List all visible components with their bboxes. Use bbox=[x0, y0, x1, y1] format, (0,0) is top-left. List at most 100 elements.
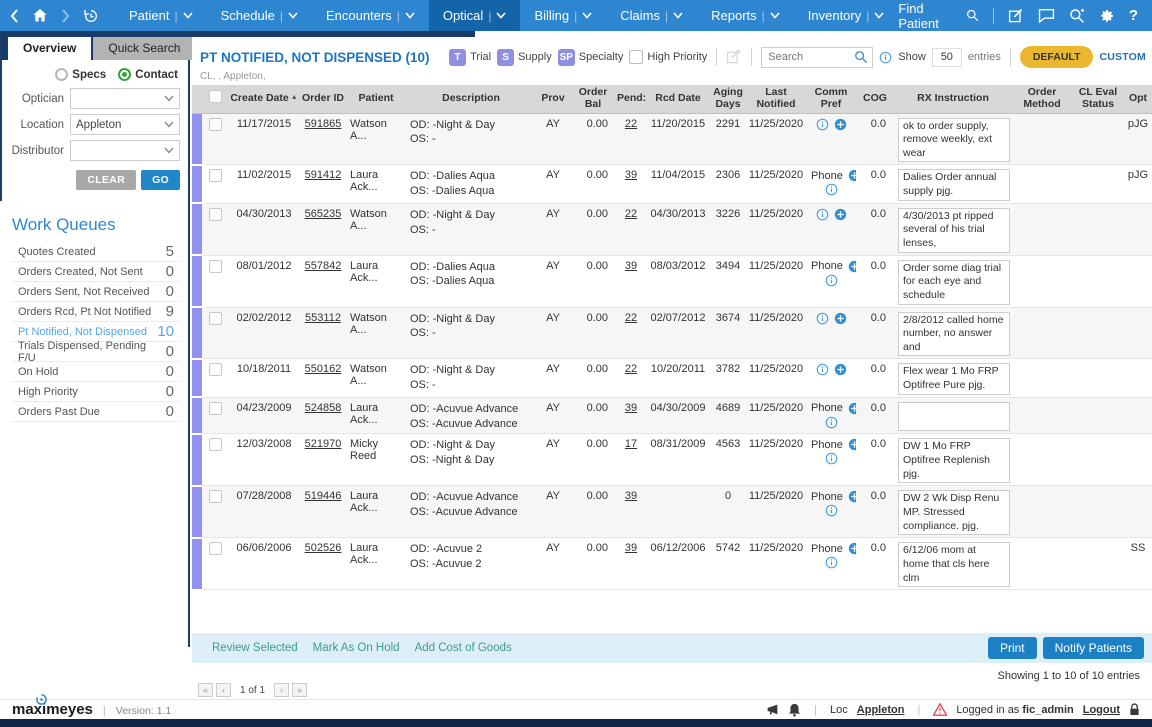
row-checkbox[interactable] bbox=[209, 312, 222, 325]
col-header-description[interactable]: Description bbox=[406, 85, 536, 113]
help-icon[interactable]: ? bbox=[1129, 7, 1138, 24]
work-queue-item[interactable]: Orders Past Due 0 bbox=[12, 402, 180, 422]
type-badge-s[interactable]: SSupply bbox=[497, 49, 552, 66]
action-link[interactable]: Review Selected bbox=[212, 642, 298, 654]
add-comm-icon[interactable] bbox=[834, 363, 847, 376]
work-queue-item[interactable]: Trials Dispensed, Pending F/U 0 bbox=[12, 342, 180, 362]
select-all-checkbox[interactable] bbox=[209, 90, 222, 103]
custom-view-button[interactable]: CUSTOM bbox=[1099, 51, 1146, 63]
announcement-icon[interactable] bbox=[766, 703, 779, 716]
last-page-button[interactable]: » bbox=[292, 683, 307, 697]
add-comm-icon[interactable] bbox=[834, 118, 847, 131]
row-checkbox[interactable] bbox=[209, 208, 222, 221]
work-queue-item[interactable]: Orders Rcd, Pt Not Notified 9 bbox=[12, 302, 180, 322]
tab-quick-search[interactable]: Quick Search bbox=[93, 37, 195, 60]
col-header-cog[interactable]: COG bbox=[856, 85, 894, 113]
row-checkbox[interactable] bbox=[209, 402, 222, 415]
col-header-pend[interactable]: Pend: bbox=[616, 85, 646, 113]
col-header-order_id[interactable]: Order ID bbox=[300, 85, 346, 113]
gear-icon[interactable] bbox=[1099, 8, 1115, 24]
col-header-order_method[interactable]: Order Method bbox=[1012, 85, 1072, 113]
radio-option[interactable]: Contact bbox=[118, 68, 178, 81]
pending-link[interactable]: 39 bbox=[625, 260, 637, 272]
bell-icon[interactable] bbox=[788, 703, 801, 717]
col-header-check[interactable] bbox=[202, 85, 228, 113]
comm-info-icon[interactable] bbox=[816, 118, 829, 131]
field-dropdown[interactable] bbox=[70, 88, 180, 109]
col-header-order_bal[interactable]: Order Bal bbox=[570, 85, 616, 113]
high-priority-checkbox[interactable] bbox=[629, 50, 643, 64]
col-header-cl_eval_status[interactable]: CL Eval Status bbox=[1072, 85, 1124, 113]
clear-button[interactable]: CLEAR bbox=[76, 170, 136, 190]
col-header-opt[interactable]: Opt bbox=[1124, 85, 1152, 113]
add-comm-icon[interactable] bbox=[848, 169, 856, 182]
logout-link[interactable]: Logout bbox=[1083, 704, 1120, 716]
order-id-link[interactable]: 591412 bbox=[305, 169, 342, 181]
work-queue-item[interactable]: Quotes Created 5 bbox=[12, 242, 180, 262]
row-checkbox[interactable] bbox=[209, 438, 222, 451]
row-checkbox[interactable] bbox=[209, 363, 222, 376]
pending-link[interactable]: 39 bbox=[625, 542, 637, 554]
forward-icon[interactable] bbox=[61, 9, 70, 23]
nav-item[interactable]: Billing | bbox=[520, 0, 606, 31]
order-id-link[interactable]: 550162 bbox=[305, 363, 342, 375]
rx-instruction-field[interactable]: Flex wear 1 Mo FRP Optifree Pure pjg. bbox=[898, 363, 1010, 394]
rx-instruction-field[interactable]: Order some diag trial for each eye and s… bbox=[898, 260, 1010, 305]
comm-info-icon[interactable] bbox=[816, 363, 829, 376]
nav-item[interactable]: Patient | bbox=[115, 0, 207, 31]
row-checkbox[interactable] bbox=[209, 260, 222, 273]
comm-info-icon[interactable] bbox=[825, 274, 838, 287]
add-comm-icon[interactable] bbox=[848, 542, 856, 555]
work-queue-item[interactable]: High Priority 0 bbox=[12, 382, 180, 402]
row-checkbox[interactable] bbox=[209, 118, 222, 131]
comm-info-icon[interactable] bbox=[825, 556, 838, 569]
page-size-input[interactable] bbox=[932, 48, 962, 67]
rx-instruction-field[interactable]: Dalies Order annual supply pjg. bbox=[898, 169, 1010, 200]
order-id-link[interactable]: 519446 bbox=[305, 490, 342, 502]
high-priority-filter[interactable]: High Priority bbox=[629, 50, 707, 64]
add-comm-icon[interactable] bbox=[848, 260, 856, 273]
field-dropdown[interactable]: Appleton bbox=[70, 114, 180, 135]
info-icon[interactable] bbox=[879, 51, 892, 64]
order-id-link[interactable]: 565235 bbox=[305, 208, 342, 220]
action-link[interactable]: Add Cost of Goods bbox=[415, 642, 512, 654]
nav-item[interactable]: Optical | bbox=[429, 0, 521, 31]
comm-info-icon[interactable] bbox=[816, 312, 829, 325]
row-checkbox[interactable] bbox=[209, 169, 222, 182]
pending-link[interactable]: 22 bbox=[625, 363, 637, 375]
rx-instruction-field[interactable]: ok to order supply, remove weekly, ext w… bbox=[898, 118, 1010, 163]
find-patient-button[interactable]: Find Patient bbox=[898, 1, 979, 31]
add-comm-icon[interactable] bbox=[848, 490, 856, 503]
type-badge-sp[interactable]: SPSpecialty bbox=[558, 49, 624, 66]
add-comm-icon[interactable] bbox=[834, 208, 847, 221]
order-id-link[interactable]: 553112 bbox=[305, 312, 341, 324]
comm-info-icon[interactable] bbox=[825, 416, 838, 429]
action-link[interactable]: Mark As On Hold bbox=[313, 642, 400, 654]
pending-link[interactable]: 22 bbox=[625, 208, 637, 220]
comm-info-icon[interactable] bbox=[825, 504, 838, 517]
nav-item[interactable]: Inventory | bbox=[794, 0, 899, 31]
rx-instruction-field[interactable]: DW 1 Mo FRP Optifree Replenish pjg. bbox=[898, 438, 1010, 483]
next-page-button[interactable]: › bbox=[274, 683, 289, 697]
nav-item[interactable]: Claims | bbox=[606, 0, 697, 31]
row-checkbox[interactable] bbox=[209, 490, 222, 503]
order-id-link[interactable]: 557842 bbox=[305, 260, 342, 272]
pending-link[interactable]: 17 bbox=[625, 438, 637, 450]
first-page-button[interactable]: « bbox=[198, 683, 213, 697]
work-queue-item[interactable]: Orders Sent, Not Received 0 bbox=[12, 282, 180, 302]
print-button[interactable]: Print bbox=[988, 637, 1037, 659]
order-id-link[interactable]: 521970 bbox=[305, 438, 342, 450]
nav-item[interactable]: Schedule | bbox=[207, 0, 312, 31]
add-comm-icon[interactable] bbox=[848, 402, 856, 415]
default-view-button[interactable]: DEFAULT bbox=[1020, 46, 1094, 68]
col-header-comm_pref[interactable]: Comm Pref bbox=[806, 85, 856, 113]
chat-icon[interactable] bbox=[1038, 8, 1055, 23]
nav-item[interactable]: Encounters | bbox=[312, 0, 429, 31]
radio-option[interactable]: Specs bbox=[55, 68, 106, 81]
comm-info-icon[interactable] bbox=[816, 208, 829, 221]
field-dropdown[interactable] bbox=[70, 140, 180, 161]
rx-instruction-field[interactable]: DW 2 Wk Disp Renu MP. Stressed complianc… bbox=[898, 490, 1010, 535]
comm-info-icon[interactable] bbox=[825, 452, 838, 465]
history-icon[interactable] bbox=[83, 8, 99, 24]
pending-link[interactable]: 39 bbox=[625, 169, 637, 181]
